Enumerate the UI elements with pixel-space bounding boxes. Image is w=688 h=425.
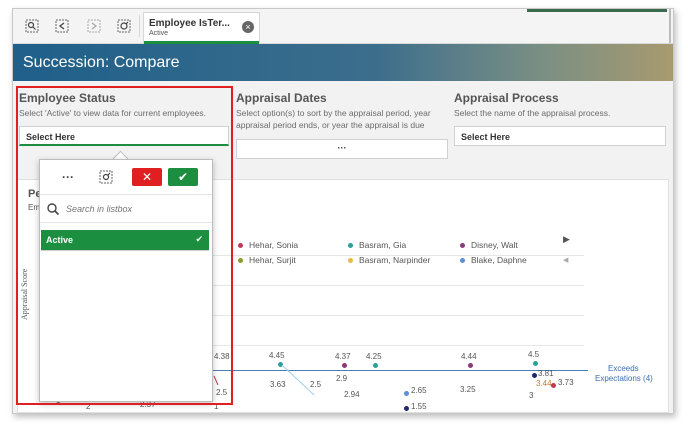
data-label: 3.25 [460, 385, 476, 394]
data-point[interactable] [533, 361, 538, 366]
reference-line [208, 370, 588, 371]
step-back-icon[interactable] [51, 16, 73, 36]
filter-description: Select option(s) to sort by the appraisa… [236, 108, 431, 130]
data-label: 2.9 [336, 374, 348, 383]
reference-label: Exceeds [608, 364, 639, 373]
filter-title: Appraisal Dates [236, 91, 327, 105]
filter-title: Appraisal Process [454, 91, 559, 105]
data-label: 4.37 [335, 352, 351, 361]
data-label: 3.81 [538, 369, 554, 378]
data-label: 4.25 [366, 352, 382, 361]
legend-label: Hehar, Sonia [249, 240, 299, 250]
data-label: 2.65 [411, 386, 427, 395]
data-label: 4.45 [269, 351, 285, 360]
data-label: 2.94 [344, 390, 360, 399]
data-point[interactable] [373, 363, 378, 368]
highlight-annotation [16, 86, 233, 405]
legend-item[interactable]: Hehar, Surjit [238, 255, 296, 265]
legend-item[interactable]: Basram, Narpinder [348, 255, 430, 265]
data-point[interactable] [468, 363, 473, 368]
data-point[interactable] [342, 363, 347, 368]
legend-label: Basram, Narpinder [359, 255, 431, 265]
legend-label: Basram, Gia [359, 240, 407, 250]
sheet-header: Succession: Compare [13, 44, 673, 81]
clear-selections-icon[interactable] [113, 16, 135, 36]
page-title: Succession: Compare [23, 54, 180, 71]
appraisal-dates-filter: Appraisal Dates Select option(s) to sort… [236, 91, 448, 131]
app-window: Employee IsTer... Active × Succession: C… [12, 8, 674, 414]
legend-item[interactable]: Disney, Walt [460, 240, 518, 250]
selection-chip-title: Employee IsTer... [149, 18, 230, 29]
legend-item[interactable]: Blake, Daphne [460, 255, 527, 265]
data-label: 3.73 [558, 378, 574, 387]
selection-chip-subtitle: Active [149, 30, 169, 37]
data-label: 4.44 [461, 352, 477, 361]
data-label: 4.5 [528, 350, 540, 359]
filter-description: Select the name of the appraisal process… [454, 108, 611, 118]
data-label: 1.55 [411, 402, 427, 411]
selection-chip[interactable]: Employee IsTer... Active × [143, 12, 260, 44]
data-label: 3.63 [270, 380, 286, 389]
close-icon[interactable]: × [242, 21, 254, 33]
toolbar-accent [527, 9, 667, 12]
selections-toolbar: Employee IsTer... Active × [13, 9, 673, 44]
legend-label: Hehar, Surjit [249, 255, 296, 265]
data-point[interactable] [551, 383, 556, 388]
step-forward-icon[interactable] [83, 16, 105, 36]
legend-next-icon[interactable]: ▶ [563, 234, 570, 245]
legend-item[interactable]: Basram, Gia [348, 240, 406, 250]
reference-label: Expectations (4) [595, 374, 653, 383]
data-point[interactable] [404, 391, 409, 396]
data-point[interactable] [532, 373, 537, 378]
legend-item[interactable]: Hehar, Sonia [238, 240, 298, 250]
smart-search-icon[interactable] [21, 16, 43, 36]
appraisal-process-filter: Appraisal Process Select the name of the… [454, 91, 666, 119]
toolbar-divider [139, 15, 140, 37]
data-point[interactable] [404, 406, 409, 411]
legend-label: Disney, Walt [471, 240, 518, 250]
data-label: 3 [529, 391, 534, 400]
legend-prev-icon[interactable]: ◀ [563, 256, 568, 264]
toolbar-edge [669, 9, 671, 43]
data-label: 3.44 [536, 379, 552, 388]
appraisal-dates-select[interactable]: ··· [236, 139, 448, 159]
legend-label: Blake, Daphne [471, 255, 527, 265]
data-point[interactable] [278, 362, 283, 367]
data-label: 2.5 [310, 380, 322, 389]
appraisal-process-select[interactable]: Select Here [454, 126, 666, 146]
